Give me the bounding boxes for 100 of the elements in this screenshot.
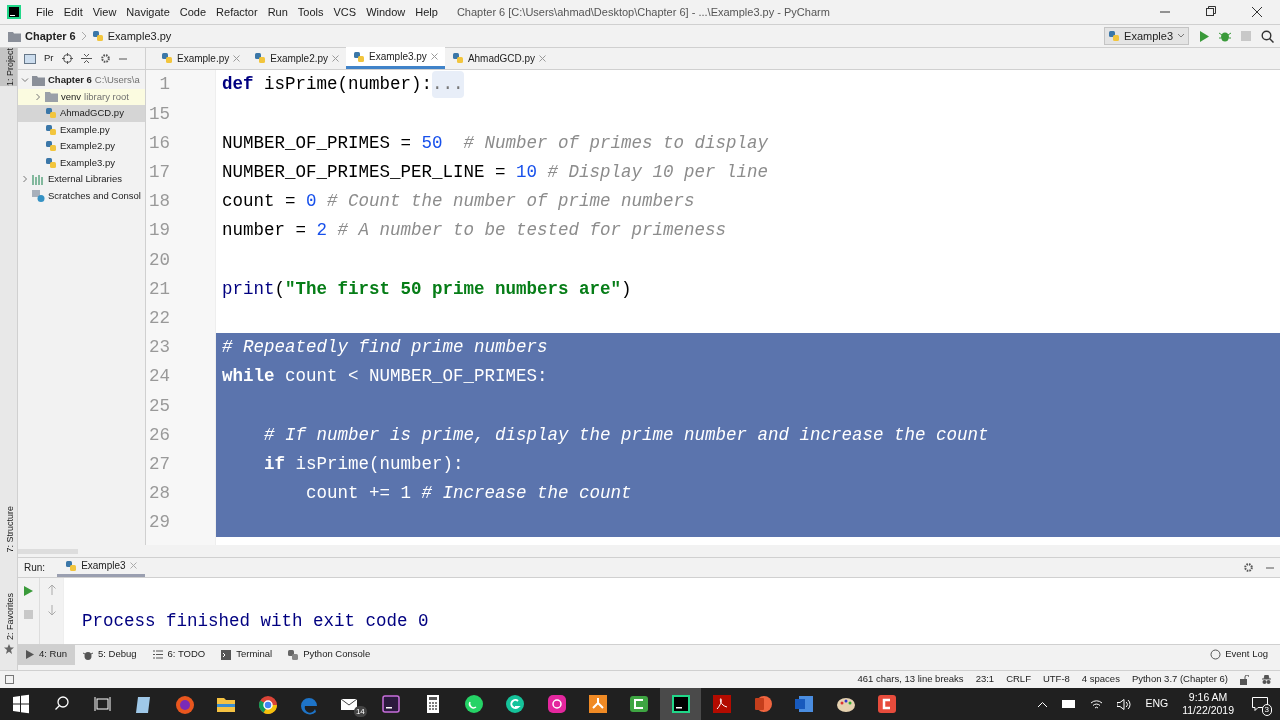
inspector-icon[interactable]: [1261, 674, 1272, 685]
status-item[interactable]: 461 chars, 13 line breaks: [857, 672, 964, 687]
menu-item[interactable]: Help: [410, 3, 443, 21]
battery-icon[interactable]: [1062, 700, 1077, 708]
menu-item[interactable]: File: [31, 3, 59, 21]
libraries-icon: [32, 173, 45, 185]
app-icon: [669, 693, 692, 715]
console-output: Process finished with exit code 0: [82, 609, 429, 633]
close-icon[interactable]: [539, 54, 547, 62]
tool-window-button[interactable]: Terminal: [213, 644, 281, 665]
tool-window-button[interactable]: Python Console: [280, 644, 379, 665]
panel-title: Run:: [24, 561, 46, 575]
status-item[interactable]: CRLF: [1006, 672, 1031, 687]
line-number: 24: [149, 365, 170, 389]
taskbar-button[interactable]: [659, 688, 702, 720]
python-file-icon: [161, 52, 173, 64]
crosshair-icon[interactable]: [61, 53, 73, 64]
menu-item[interactable]: VCS: [328, 3, 362, 21]
tree-item[interactable]: Example.py: [18, 121, 145, 138]
tree-item-label: venv: [61, 89, 82, 104]
tool-window-button[interactable]: 6: TODO: [144, 644, 214, 665]
tool-window-tab[interactable]: 1: Project: [0, 48, 17, 87]
tree-item[interactable]: Chapter 6 C:\Users\a: [18, 72, 145, 89]
play-icon[interactable]: [1199, 30, 1209, 42]
tree-item-label: Example.py: [60, 122, 110, 137]
status-item[interactable]: 23:1: [975, 672, 995, 687]
play-icon[interactable]: [24, 586, 33, 596]
tree-item[interactable]: Example3.py: [18, 154, 145, 171]
tree-item-hint: library root: [84, 89, 129, 104]
line-number: 25: [149, 394, 170, 418]
menu-item[interactable]: Run: [262, 3, 293, 21]
tool-window-tab[interactable]: 2: Favorites: [0, 592, 17, 640]
breadcrumb-item[interactable]: Chapter 6: [25, 27, 76, 45]
scratches-icon: [32, 189, 45, 202]
code-line: NUMBER_OF_PRIMES_PER_LINE = 10 # Display 10 per line: [221, 161, 770, 185]
tree-item[interactable]: Example2.py: [18, 138, 145, 155]
code-line: NUMBER_OF_PRIMES = 50 # Number of primes to display: [221, 131, 770, 155]
editor-tab[interactable]: Example3.py: [346, 47, 445, 69]
tree-item[interactable]: venv library root: [18, 88, 145, 105]
python-file-icon: [91, 30, 104, 42]
close-icon[interactable]: [430, 53, 438, 60]
tool-window-tab[interactable]: 7: Structure: [0, 506, 17, 553]
bug-icon[interactable]: [1219, 30, 1231, 42]
star-icon: [3, 644, 14, 654]
editor-tab[interactable]: AhmadGCD.py: [444, 47, 554, 69]
code-line: def isPrime(number):...: [216, 70, 1280, 100]
settings-icon[interactable]: [1243, 562, 1254, 573]
language-indicator[interactable]: ENG: [1145, 696, 1169, 712]
line-number: 17: [149, 161, 170, 185]
menu-item[interactable]: Window: [361, 3, 411, 21]
app-icon: [628, 693, 651, 715]
close-icon[interactable]: [332, 54, 340, 62]
list-icon: [152, 650, 163, 659]
editor-tab[interactable]: Example.py: [154, 47, 248, 69]
python-file-icon: [254, 52, 267, 64]
collapse-icon[interactable]: [80, 53, 92, 64]
tree-item[interactable]: External Libraries: [18, 171, 145, 188]
run-configuration-dropdown[interactable]: Example3: [1104, 27, 1189, 45]
app-icon: [545, 693, 568, 715]
tool-window-button[interactable]: 4: Run: [18, 644, 75, 665]
speech-bubble-icon: [1210, 649, 1222, 660]
notifications-icon[interactable]: [1252, 696, 1268, 712]
app-logo-icon: [7, 5, 21, 19]
code-line: print("The first 50 prime numbers are"): [221, 277, 633, 301]
tree-item[interactable]: AhmadGCD.py: [18, 105, 145, 122]
menu-item[interactable]: Refactor: [211, 3, 263, 21]
tool-window-button[interactable]: 5: Debug: [75, 644, 145, 665]
menu-item[interactable]: Edit: [58, 3, 88, 21]
terminal-icon: [221, 649, 232, 660]
python-file-icon: [45, 156, 57, 169]
tree-item-hint: C:\Users\a: [94, 73, 140, 88]
panel-toggle-icon[interactable]: [5, 675, 14, 684]
unlock-icon[interactable]: [1240, 674, 1249, 685]
play-icon: [26, 650, 34, 659]
menu-item[interactable]: Code: [174, 3, 212, 21]
event-log-button[interactable]: Event Log: [1210, 647, 1268, 662]
panel-title[interactable]: Pr: [44, 51, 54, 66]
search-icon[interactable]: [1261, 29, 1274, 43]
panel-icon: [24, 53, 36, 64]
close-icon[interactable]: [233, 54, 241, 62]
editor-tab[interactable]: Example2.py: [247, 47, 347, 69]
status-item[interactable]: UTF-8: [1042, 672, 1070, 687]
clock[interactable]: 9:16 AM 11/22/2019: [1182, 691, 1234, 717]
status-item[interactable]: 4 spaces: [1081, 672, 1120, 687]
menu-item[interactable]: View: [87, 3, 122, 21]
tree-item-label: Chapter 6: [48, 73, 92, 88]
app-icon: [793, 693, 816, 715]
line-number: 27: [149, 452, 170, 476]
taskbar-button[interactable]: 14: [329, 688, 371, 720]
status-item[interactable]: Python 3.7 (Chapter 6): [1131, 672, 1228, 687]
tree-item-label: AhmadGCD.py: [60, 106, 124, 121]
wifi-icon[interactable]: [1090, 698, 1104, 710]
settings-icon[interactable]: [99, 53, 111, 64]
chevron-up-icon[interactable]: [1037, 700, 1049, 708]
breadcrumb-item[interactable]: Example3.py: [107, 27, 172, 45]
app-icon: [752, 693, 775, 715]
tree-item[interactable]: Scratches and Consol: [18, 187, 145, 204]
menu-item[interactable]: Navigate: [121, 3, 175, 21]
volume-icon[interactable]: [1117, 698, 1132, 710]
menu-item[interactable]: Tools: [292, 3, 329, 21]
